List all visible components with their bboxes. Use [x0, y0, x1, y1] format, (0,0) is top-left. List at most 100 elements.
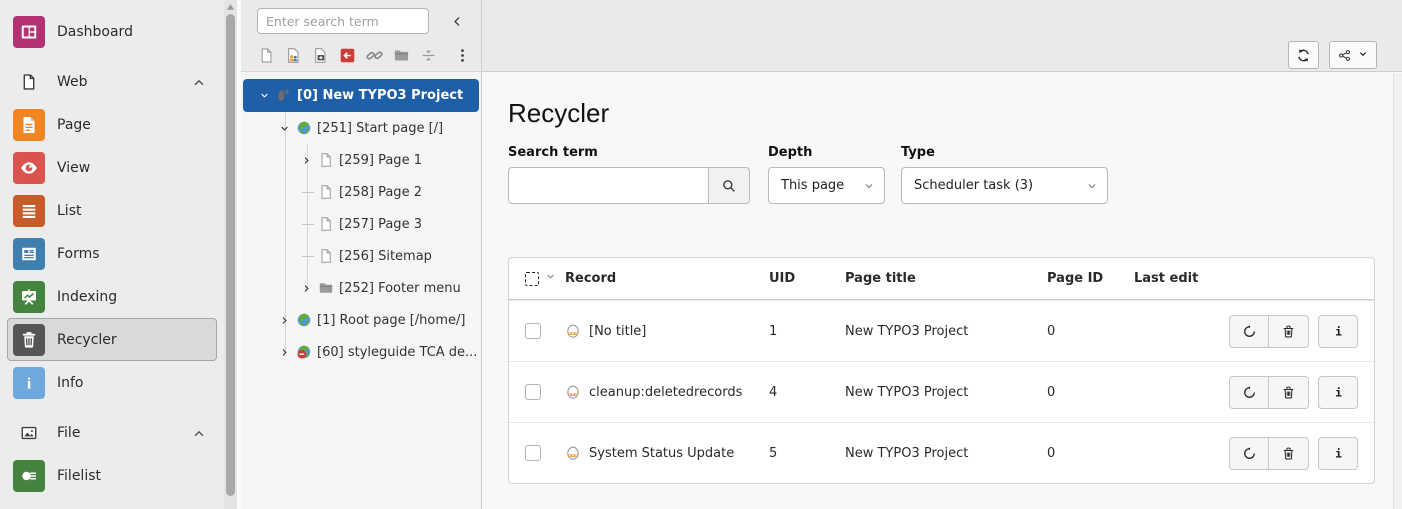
table-header-row: Record UID Page title Page ID Last edit [509, 258, 1374, 300]
chevron-up-icon[interactable] [192, 75, 206, 89]
restore-icon [1242, 385, 1257, 400]
restore-icon [1242, 446, 1257, 461]
new-page-folder-button[interactable] [392, 46, 410, 64]
info-button[interactable]: i [1318, 376, 1358, 409]
tree-node-label: [256] Sitemap [339, 249, 432, 264]
restore-button[interactable] [1229, 315, 1269, 348]
sidebar-item-file[interactable]: File [0, 411, 224, 454]
delete-button[interactable] [1269, 315, 1309, 348]
sidebar-item-view[interactable]: View [0, 146, 224, 189]
depth-select[interactable]: This page [768, 167, 885, 204]
row-checkbox[interactable] [525, 323, 541, 339]
search-term-input[interactable] [508, 167, 708, 204]
content-area: Recycler Search term Depth This page [482, 0, 1402, 509]
sidebar-scrollbar-thumb[interactable] [226, 14, 235, 496]
sidebar-item-filelist[interactable]: Filelist [0, 454, 224, 497]
content-scrollbar-track[interactable] [1393, 73, 1402, 509]
search-submit-button[interactable] [708, 167, 750, 204]
record-page-title: New TYPO3 Project [845, 385, 1047, 400]
chevron-up-icon[interactable] [192, 426, 206, 440]
tree-node[interactable]: [1] Root page [/home/] [241, 304, 481, 336]
chevron-down-icon [1085, 179, 1099, 197]
tree-node[interactable]: [251] Start page [/] [241, 112, 481, 144]
row-checkbox[interactable] [525, 384, 541, 400]
sidebar-item-page[interactable]: Page [0, 103, 224, 146]
dashboard-icon [13, 16, 45, 48]
chevron-down-icon[interactable] [255, 87, 273, 105]
sidebar-item-info[interactable]: iInfo [0, 361, 224, 404]
globe-icon [295, 311, 313, 329]
table-row: [No title]1New TYPO3 Project0i [509, 300, 1374, 361]
chevron-down-icon [1357, 48, 1369, 60]
page-tree: [0] New TYPO3 Project[251] Start page [/… [241, 73, 481, 509]
info-letter-icon: i [1331, 324, 1346, 339]
new-page-shortcut-button[interactable] [311, 46, 329, 64]
doc-header [482, 0, 1402, 72]
table-row: cleanup:deletedrecords4New TYPO3 Project… [509, 361, 1374, 422]
filter-bar: Search term Depth This page Type [508, 145, 1392, 204]
tree-node[interactable]: [258] Page 2 [241, 176, 481, 208]
new-page-mount-point-icon [366, 47, 383, 64]
type-select[interactable]: Scheduler task (3) [901, 167, 1108, 204]
tree-search-input[interactable] [257, 8, 429, 34]
scheduler-task-icon [565, 384, 581, 400]
chevron-down-icon[interactable] [275, 119, 293, 137]
tree-collapse-button[interactable] [445, 9, 469, 33]
sidebar-item-label: Forms [57, 246, 100, 262]
info-button[interactable]: i [1318, 437, 1358, 470]
new-page-mount-point-button[interactable] [365, 46, 383, 64]
new-page-link-external-button[interactable] [338, 46, 356, 64]
chevron-down-icon[interactable] [544, 270, 557, 287]
info-button[interactable]: i [1318, 315, 1358, 348]
tree-node-label: [257] Page 3 [339, 217, 422, 232]
sidebar-item-label: Web [57, 74, 88, 90]
tree-node[interactable]: [60] styleguide TCA de... [241, 336, 481, 368]
chevron-right-icon[interactable] [275, 311, 293, 329]
delete-icon [1281, 385, 1296, 400]
delete-icon [1281, 446, 1296, 461]
view-icon [13, 152, 45, 184]
chevron-right-icon[interactable] [275, 343, 293, 361]
sidebar-item-list[interactable]: List [0, 189, 224, 232]
type-label: Type [901, 145, 1108, 160]
tree-more-options-button[interactable] [453, 46, 471, 64]
tree-node[interactable]: [256] Sitemap [241, 240, 481, 272]
row-checkbox[interactable] [525, 445, 541, 461]
sidebar-item-label: Indexing [57, 289, 117, 305]
new-page-backend-user-section-button[interactable] [284, 46, 302, 64]
share-button[interactable] [1329, 41, 1377, 69]
refresh-button[interactable] [1288, 41, 1319, 69]
tree-node[interactable]: [252] Footer menu [241, 272, 481, 304]
chevron-right-icon[interactable] [297, 279, 315, 297]
restore-button[interactable] [1229, 437, 1269, 470]
tree-node[interactable]: [257] Page 3 [241, 208, 481, 240]
restore-button[interactable] [1229, 376, 1269, 409]
recycler-icon [13, 324, 45, 356]
page-icon [13, 109, 45, 141]
sidebar-item-recycler[interactable]: Recycler [7, 318, 217, 361]
chevron-right-icon[interactable] [297, 151, 315, 169]
new-page-icon [258, 47, 275, 64]
tree-node-label: [60] styleguide TCA de... [317, 345, 477, 360]
indexing-icon [13, 281, 45, 313]
sidebar-item-label: File [57, 425, 80, 441]
sidebar-item-label: List [57, 203, 81, 219]
magnifier-icon [721, 178, 737, 194]
search-term-label: Search term [508, 145, 750, 160]
new-page-button[interactable] [257, 46, 275, 64]
select-all-checkbox[interactable] [525, 272, 539, 286]
sidebar-item-dashboard[interactable]: Dashboard [0, 10, 224, 53]
svg-text:i: i [1335, 386, 1342, 399]
record-uid: 1 [769, 324, 845, 339]
sidebar-scrollbar[interactable] [224, 0, 237, 509]
sidebar-item-forms[interactable]: Forms [0, 232, 224, 275]
scroll-up-icon [226, 3, 235, 11]
new-page-divider-button[interactable] [419, 46, 437, 64]
sidebar-item-web[interactable]: Web [0, 60, 224, 103]
tree-node[interactable]: [0] New TYPO3 Project [243, 79, 479, 112]
tree-node[interactable]: [259] Page 1 [241, 144, 481, 176]
sidebar-item-indexing[interactable]: Indexing [0, 275, 224, 318]
delete-button[interactable] [1269, 376, 1309, 409]
delete-button[interactable] [1269, 437, 1309, 470]
sidebar-item-label: Filelist [57, 468, 101, 484]
